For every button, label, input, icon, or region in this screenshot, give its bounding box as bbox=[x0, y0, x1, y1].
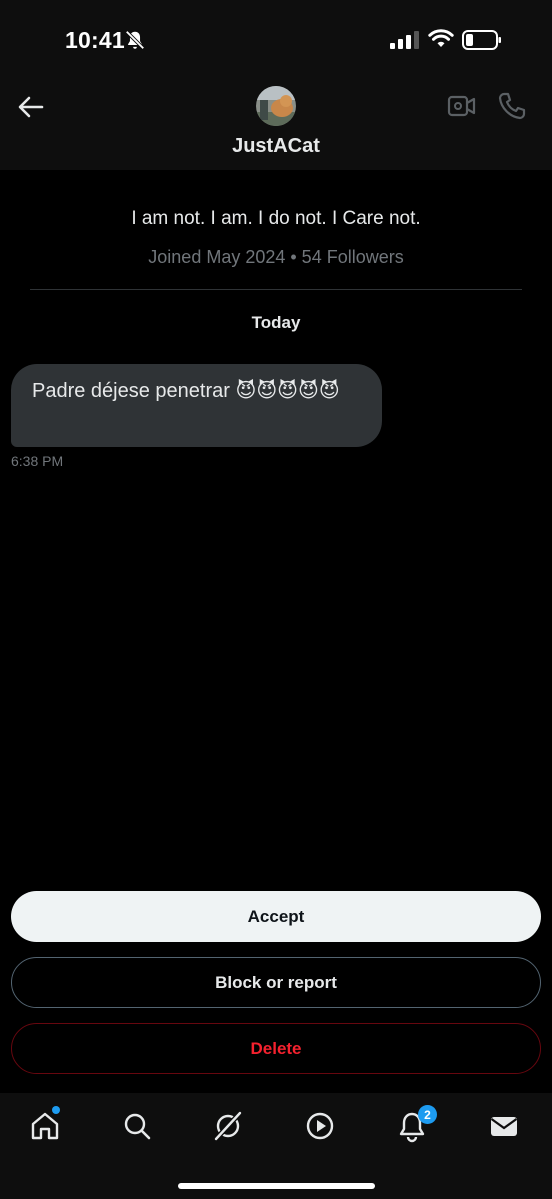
notification-count-badge: 2 bbox=[418, 1105, 437, 1124]
home-indicator bbox=[178, 1183, 375, 1189]
block-or-report-button[interactable]: Block or report bbox=[11, 957, 541, 1008]
back-arrow-icon[interactable] bbox=[16, 92, 46, 122]
message-text: Padre déjese penetrar 😈😈😈😈😈 bbox=[32, 380, 340, 402]
contact-name[interactable]: JustACat bbox=[0, 135, 552, 158]
conversation-header: JustACat bbox=[0, 80, 552, 170]
dm-request-screen: 10:41 JustACat I am not. I am. I do not.… bbox=[0, 0, 552, 1199]
message-bubble[interactable]: Padre déjese penetrar 😈😈😈😈😈 bbox=[11, 364, 382, 447]
home-icon[interactable] bbox=[28, 1109, 62, 1143]
home-unread-dot bbox=[52, 1106, 60, 1114]
divider bbox=[30, 289, 522, 290]
profile-meta: Joined May 2024 • 54 Followers bbox=[148, 247, 404, 267]
wifi-icon bbox=[428, 29, 454, 49]
messages-icon[interactable] bbox=[487, 1109, 521, 1143]
search-icon[interactable] bbox=[120, 1109, 154, 1143]
video-call-icon[interactable] bbox=[447, 93, 477, 119]
tab-bar: 2 bbox=[0, 1093, 552, 1199]
bell-off-icon bbox=[124, 29, 146, 51]
accept-button[interactable]: Accept bbox=[11, 891, 541, 942]
phone-icon[interactable] bbox=[497, 91, 527, 121]
status-time: 10:41 bbox=[65, 27, 125, 53]
signal-icon bbox=[390, 31, 420, 49]
grok-icon[interactable] bbox=[211, 1109, 245, 1143]
day-separator: Today bbox=[251, 313, 301, 332]
avatar[interactable] bbox=[256, 86, 296, 126]
block-or-report-label: Block or report bbox=[215, 972, 337, 992]
message-timestamp: 6:38 PM bbox=[11, 453, 64, 469]
status-bar: 10:41 bbox=[0, 0, 552, 80]
video-play-icon[interactable] bbox=[303, 1109, 337, 1143]
accept-button-label: Accept bbox=[247, 906, 305, 926]
delete-button-label: Delete bbox=[250, 1038, 302, 1058]
battery-icon bbox=[462, 30, 502, 50]
profile-bio: I am not. I am. I do not. I Care not. bbox=[131, 208, 421, 229]
delete-button[interactable]: Delete bbox=[11, 1023, 541, 1074]
